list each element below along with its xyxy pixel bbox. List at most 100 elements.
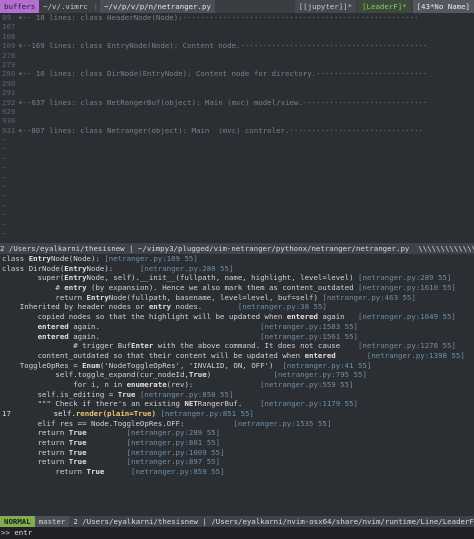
match-highlight: NET <box>184 399 198 409</box>
file-ref: [netranger.py:1561 55] <box>99 331 358 341</box>
result-row[interactable]: content_outdated so that their content w… <box>0 351 474 361</box>
file-ref: [netranger.py:289 55] <box>86 428 221 438</box>
match-highlight: Enum <box>82 360 100 370</box>
fold-line[interactable]: +-- 18 lines: class HeaderNode(Node):···… <box>18 13 418 22</box>
tab-netranger[interactable]: ~/v/p/v/p/n/netranger.py <box>100 0 215 13</box>
fold-line[interactable]: +--637 lines: class NetRangerBuf(object)… <box>18 98 427 107</box>
result-row[interactable]: class EntryNode(Node): [netranger.py:109… <box>0 254 474 264</box>
result-code: elif res == Node.ToggleOpRes.OFF: [netra… <box>2 418 332 428</box>
result-code: self.render(plain=True) [netranger.py:85… <box>18 409 254 418</box>
line-number: 291 <box>2 88 16 98</box>
result-row[interactable]: return True [netranger.py:801 55] <box>0 438 474 448</box>
result-row[interactable]: self.toggle_expand(cur_nodeId,True) [net… <box>0 370 474 380</box>
file-ref: [netranger.py:1583 55] <box>99 321 358 331</box>
tab-jupyter[interactable]: [[jupyter]]* <box>294 0 357 13</box>
result-row[interactable]: for i, n in enumerate(rev): [netranger.p… <box>0 380 474 390</box>
buffers-label: buffers <box>0 0 40 13</box>
tabline-right: [[jupyter]]* [LeaderF]* [43*No Name] <box>293 0 474 13</box>
result-row[interactable]: return True [netranger.py:897 55] <box>0 457 474 467</box>
result-code: return True [netranger.py:859 55] <box>2 467 225 477</box>
result-code: content_outdated so that their content w… <box>2 350 465 360</box>
file-ref: [netranger.py:1179 55] <box>242 399 358 409</box>
fold-line[interactable]: +-- 10 lines: class DirNode(EntryNode): … <box>18 69 427 78</box>
result-row[interactable]: super(EntryNode, self).__init__(fullpath… <box>0 273 474 283</box>
result-row[interactable]: elif res == Node.ToggleOpRes.OFF: [netra… <box>0 419 474 429</box>
status-path: 2 /Users/eyalkarni/thesisnew | /Users/ey… <box>73 517 474 526</box>
match-highlight: Enter <box>131 341 154 351</box>
result-row[interactable]: return True [netranger.py:859 55] <box>0 467 474 477</box>
match-highlight: True <box>68 447 87 457</box>
result-row[interactable]: return True [netranger.py:289 55] <box>0 428 474 438</box>
result-row[interactable]: entered again. [netranger.py:1583 55] <box>0 322 474 332</box>
result-code: class DirNode(EntryNode): [netranger.py:… <box>2 263 234 273</box>
result-row[interactable]: entered again. [netranger.py:1561 55] <box>0 332 474 342</box>
file-ref: [netranger.py:851 55] <box>155 409 254 418</box>
result-row[interactable]: self.is_editing = True [netranger.py:850… <box>0 390 474 400</box>
result-code: return True [netranger.py:1009 55] <box>2 447 225 457</box>
result-row[interactable]: # entry (by expansion). Hence we also ma… <box>0 283 474 293</box>
line-number: 290 <box>2 78 16 88</box>
result-row[interactable]: return EntryNode(fullpath, basename, lev… <box>0 293 474 303</box>
line-number: 292 <box>2 97 16 107</box>
match-highlight: entered <box>304 350 336 360</box>
editor-pane[interactable]: 89 +-- 18 lines: class HeaderNode(Node):·… <box>0 13 474 243</box>
empty-line-tilde: ~ <box>2 144 7 154</box>
tab-leaderf[interactable]: [LeaderF]* <box>358 0 411 13</box>
result-row[interactable]: Inherited by header nodes or entry nodes… <box>0 302 474 312</box>
result-code: return True [netranger.py:897 55] <box>2 457 221 467</box>
leaderf-results[interactable]: class EntryNode(Node): [netranger.py:109… <box>0 254 474 516</box>
window-statusline: 2 /Users/eyalkarni/thesisnew | ~/vimpy3/… <box>0 243 474 254</box>
result-code: entered again. [netranger.py:1583 55] <box>37 321 358 331</box>
result-row[interactable]: class DirNode(EntryNode): [netranger.py:… <box>0 264 474 274</box>
tabline: buffers ~/v/.vimrc | ~/v/p/v/p/n/netrang… <box>0 0 474 13</box>
result-code: class EntryNode(Node): [netranger.py:109… <box>2 254 198 263</box>
tab-vimrc[interactable]: ~/v/.vimrc <box>39 0 92 13</box>
result-row[interactable]: ToggleOpRes = Enum('NodeToggleOpRes', 'I… <box>0 361 474 371</box>
line-number: 278 <box>2 50 16 60</box>
empty-line-tilde: ~ <box>2 228 7 238</box>
match-highlight: Entry <box>64 263 87 273</box>
fold-line[interactable]: +--169 lines: class EntryNode(Node): Con… <box>18 41 427 50</box>
line-number: 108 <box>2 31 16 41</box>
result-row[interactable]: # trigger BufEnter with the above comman… <box>0 341 474 351</box>
empty-line-tilde: ~ <box>2 210 7 220</box>
empty-line-tilde: ~ <box>2 135 7 145</box>
match-highlight: True <box>68 438 87 448</box>
result-code: """ Check if there's an existing NETRang… <box>2 399 358 409</box>
file-ref: [netranger.py:1398 55] <box>335 350 465 360</box>
file-ref: [netranger.py:463 55] <box>317 292 416 302</box>
match-highlight: True <box>117 389 136 399</box>
line-number: 107 <box>2 22 16 32</box>
tab-separator: | <box>93 2 99 11</box>
empty-line-tilde: ~ <box>2 219 7 229</box>
result-code: copied nodes so that the highlight will … <box>2 312 456 322</box>
result-row[interactable]: copied nodes so that the highlight will … <box>0 312 474 322</box>
match-highlight: enumerate <box>126 379 167 389</box>
fold-line[interactable]: +--807 lines: class Netranger(object): M… <box>18 126 423 135</box>
match-highlight: True <box>68 428 87 438</box>
result-code: self.toggle_expand(cur_nodeId,True) [net… <box>2 370 367 380</box>
match-highlight: entry <box>148 302 172 312</box>
result-row[interactable]: """ Check if there's an existing NETRang… <box>0 399 474 409</box>
match-highlight: True <box>86 467 105 477</box>
match-highlight: Entry <box>64 273 87 283</box>
file-ref: [netranger.py:1535 55] <box>184 418 332 428</box>
file-ref: [netranger.py:1610 55] <box>353 283 456 293</box>
leaderf-prompt-input[interactable]: >> entr <box>0 527 474 539</box>
line-number: 930 <box>2 116 16 126</box>
result-code: for i, n in enumerate(rev): [netranger.p… <box>2 379 354 389</box>
line-number: 929 <box>2 106 16 116</box>
match-highlight: render <box>75 409 103 418</box>
result-code: entered again. [netranger.py:1561 55] <box>37 331 358 341</box>
result-code: # trigger BufEnter with the above comman… <box>2 341 456 351</box>
empty-line-tilde: ~ <box>2 200 7 210</box>
file-ref: [netranger.py:109 55] <box>99 254 198 263</box>
line-number: 280 <box>2 69 16 79</box>
result-code: super(EntryNode, self).__init__(fullpath… <box>2 273 452 283</box>
result-code: return EntryNode(fullpath, basename, lev… <box>2 292 416 302</box>
file-ref: [netranger.py:1278 55] <box>340 341 456 351</box>
tab-no-name[interactable]: [43*No Name] <box>412 0 474 13</box>
result-row[interactable]: return True [netranger.py:1009 55] <box>0 448 474 458</box>
result-row-current[interactable]: 17 self.render(plain=True) [netranger.py… <box>0 409 474 419</box>
file-ref: [netranger.py:1649 55] <box>344 312 456 322</box>
